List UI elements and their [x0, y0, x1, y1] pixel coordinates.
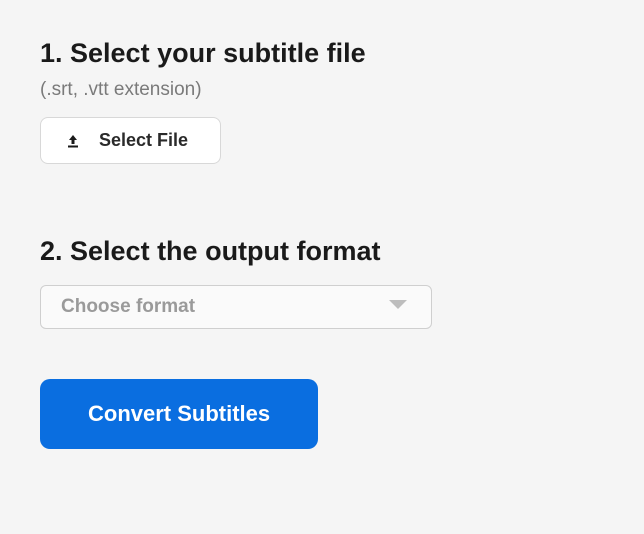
step-2-section: 2. Select the output format Choose forma… — [40, 236, 604, 329]
select-file-button[interactable]: Select File — [40, 117, 221, 164]
format-select[interactable]: Choose format — [40, 285, 432, 329]
section-gap — [40, 164, 604, 236]
step-1-subtext: (.srt, .vtt extension) — [40, 79, 604, 101]
chevron-down-icon — [387, 298, 409, 317]
upload-icon — [65, 133, 81, 149]
step-2-heading: 2. Select the output format — [40, 236, 604, 267]
step-1-heading: 1. Select your subtitle file — [40, 38, 604, 69]
convert-subtitles-button[interactable]: Convert Subtitles — [40, 379, 318, 449]
step-1-section: 1. Select your subtitle file (.srt, .vtt… — [40, 38, 604, 164]
format-placeholder: Choose format — [61, 296, 195, 318]
select-file-label: Select File — [99, 130, 188, 151]
convert-button-label: Convert Subtitles — [88, 401, 270, 427]
